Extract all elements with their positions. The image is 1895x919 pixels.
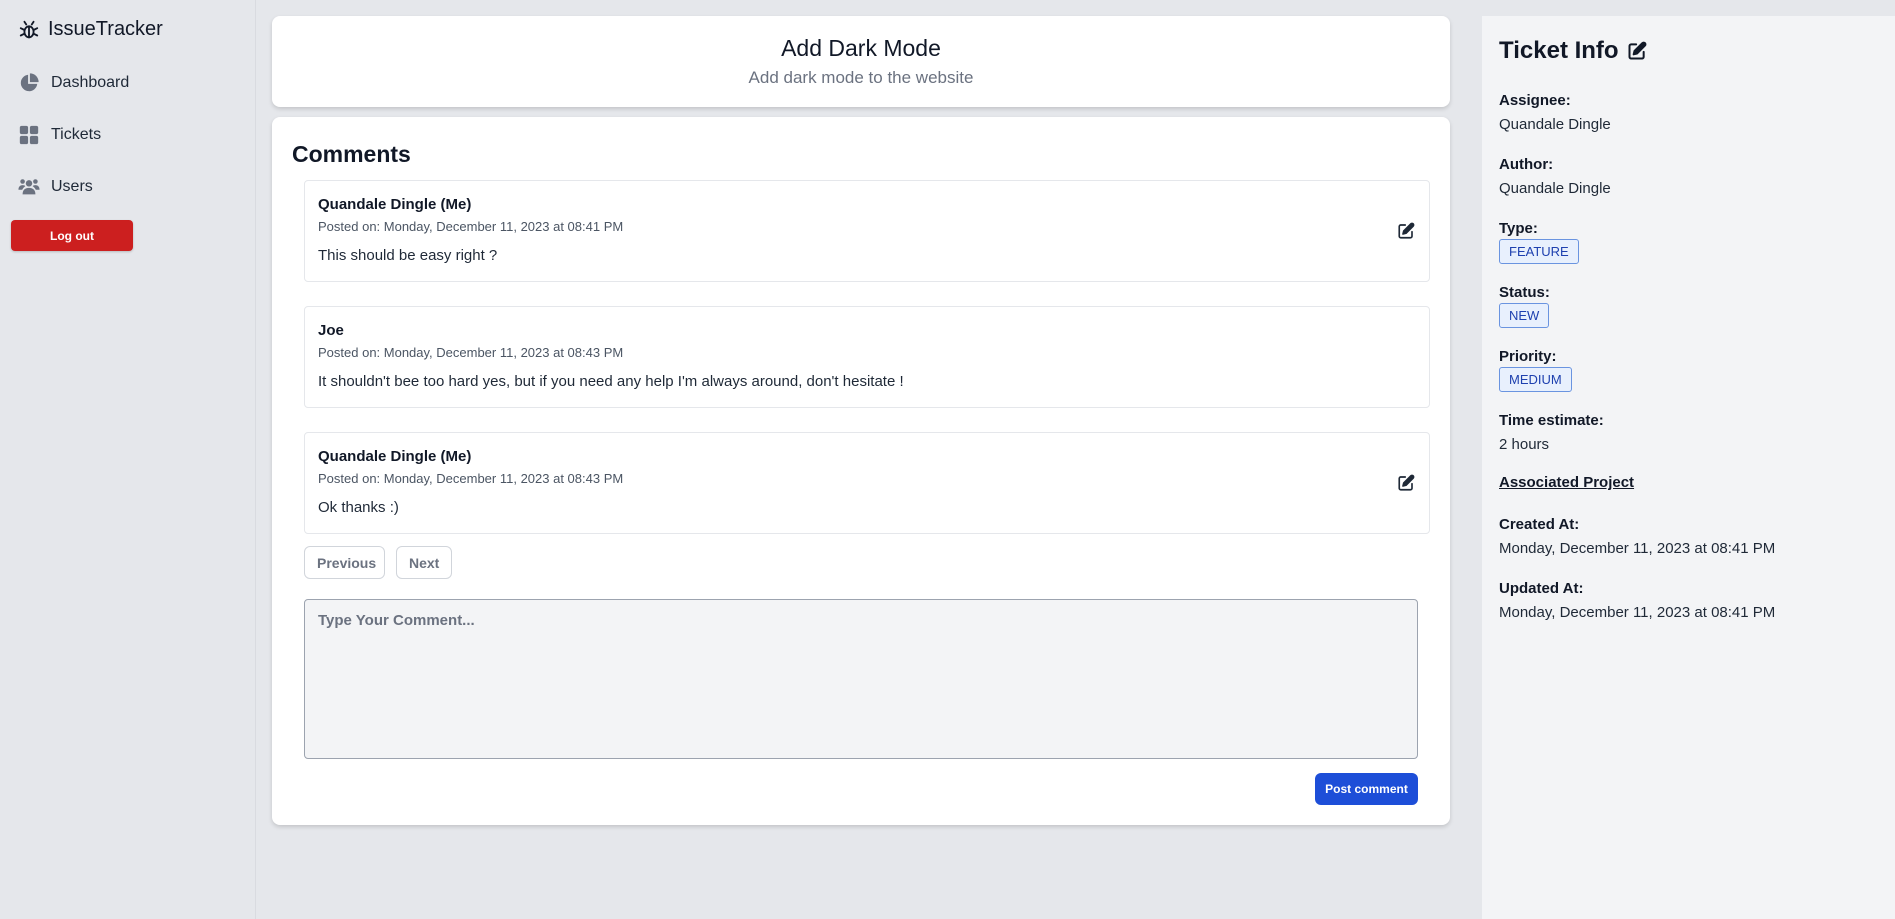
time-estimate-label: Time estimate: — [1499, 412, 1604, 429]
brand-name: IssueTracker — [48, 18, 163, 40]
author-label: Author: — [1499, 156, 1554, 173]
ticket-description: Add dark mode to the website — [748, 68, 974, 87]
comment-timestamp: Posted on: Monday, December 11, 2023 at … — [318, 219, 624, 234]
edit-icon[interactable] — [1397, 222, 1415, 240]
post-comment-button[interactable]: Post comment — [1315, 773, 1418, 805]
comment-body: This should be easy right ? — [318, 247, 498, 264]
bug-icon — [19, 20, 39, 38]
ticket-title: Add Dark Mode — [781, 35, 941, 61]
comment-author: Quandale Dingle (Me) — [318, 448, 472, 465]
sidebar-item-users[interactable]: Users — [18, 176, 93, 198]
priority-badge: MEDIUM — [1499, 367, 1572, 392]
edit-icon[interactable] — [1627, 41, 1647, 61]
created-at-value: Monday, December 11, 2023 at 08:41 PM — [1499, 540, 1776, 557]
status-badge: NEW — [1499, 303, 1550, 328]
comment-author: Joe — [318, 322, 344, 339]
sidebar-item-tickets[interactable]: Tickets — [18, 124, 101, 146]
comment-item: Quandale Dingle (Me) Posted on: Monday, … — [304, 180, 1430, 282]
comments-section: Comments Quandale Dingle (Me) Posted on:… — [272, 117, 1450, 825]
logout-button[interactable]: Log out — [11, 220, 133, 251]
associated-project-link[interactable]: Associated Project — [1499, 474, 1634, 491]
users-icon — [18, 179, 40, 195]
comment-input[interactable] — [304, 599, 1418, 759]
created-at-label: Created At: — [1499, 516, 1580, 533]
sidebar-item-label: Tickets — [51, 126, 102, 143]
previous-page-button[interactable]: Previous — [304, 546, 385, 579]
updated-at-value: Monday, December 11, 2023 at 08:41 PM — [1499, 604, 1776, 621]
pie-chart-icon — [20, 73, 39, 92]
sidebar-item-label: Users — [51, 178, 93, 195]
time-estimate-value: 2 hours — [1499, 436, 1550, 453]
comment-body: Ok thanks :) — [318, 499, 399, 516]
comment-timestamp: Posted on: Monday, December 11, 2023 at … — [318, 471, 624, 486]
assignee-value: Quandale Dingle — [1499, 116, 1611, 133]
type-label: Type: — [1499, 220, 1538, 237]
priority-label: Priority: — [1499, 348, 1557, 365]
ticket-info-panel: Ticket Info Assignee: Quandale Dingle Au… — [1482, 16, 1895, 919]
comment-item: Joe Posted on: Monday, December 11, 2023… — [304, 306, 1430, 408]
edit-icon[interactable] — [1397, 474, 1415, 492]
ticket-header: Add Dark Mode Add dark mode to the websi… — [272, 16, 1450, 107]
status-label: Status: — [1499, 284, 1550, 301]
assignee-label: Assignee: — [1499, 92, 1571, 109]
type-badge: FEATURE — [1499, 239, 1579, 264]
next-page-button[interactable]: Next — [396, 546, 452, 579]
sidebar-item-label: Dashboard — [51, 74, 130, 91]
comment-author: Quandale Dingle (Me) — [318, 196, 472, 213]
sidebar-item-dashboard[interactable]: Dashboard — [18, 72, 129, 94]
brand[interactable]: IssueTracker — [18, 18, 163, 41]
app-root: IssueTracker Dashboard Tickets Users Log… — [0, 0, 1895, 919]
updated-at-label: Updated At: — [1499, 580, 1584, 597]
comments-heading: Comments — [292, 141, 411, 167]
comment-body: It shouldn't bee too hard yes, but if yo… — [318, 373, 904, 390]
author-value: Quandale Dingle — [1499, 180, 1611, 197]
sidebar: IssueTracker Dashboard Tickets Users Log… — [0, 0, 256, 919]
comment-item: Quandale Dingle (Me) Posted on: Monday, … — [304, 432, 1430, 534]
comment-timestamp: Posted on: Monday, December 11, 2023 at … — [318, 345, 624, 360]
ticket-info-title: Ticket Info — [1499, 37, 1647, 65]
ticket-info-heading: Ticket Info — [1499, 37, 1619, 64]
grid-icon — [19, 125, 39, 145]
